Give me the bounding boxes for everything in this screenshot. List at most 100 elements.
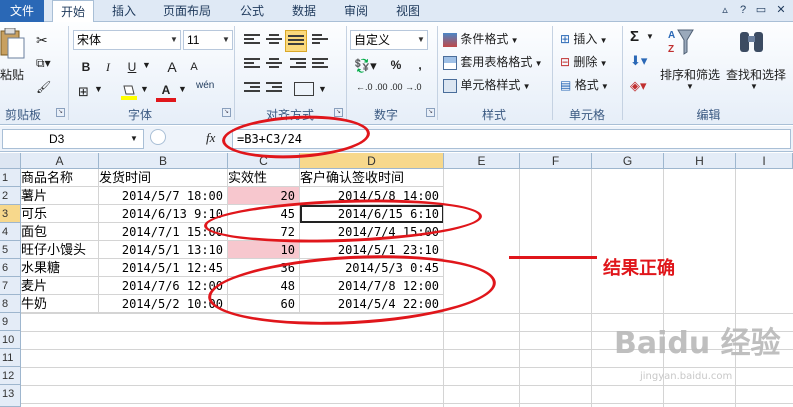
font-name-select[interactable]: 宋体 ▼ <box>73 30 181 50</box>
copy-icon[interactable]: ⧉▾ <box>36 56 51 71</box>
minimize-window-icon[interactable]: ▭ <box>754 3 768 17</box>
alignment-launcher-icon[interactable]: ↘ <box>334 108 343 117</box>
align-center-icon[interactable] <box>266 58 282 72</box>
shrink-font-button[interactable]: A <box>184 57 204 77</box>
header-cell[interactable]: 客户确认签收时间 <box>300 169 444 187</box>
help-icon[interactable]: ? <box>736 3 750 17</box>
column-header-h[interactable]: H <box>664 153 736 169</box>
table-cell[interactable]: 可乐 <box>21 205 99 223</box>
row-header[interactable]: 3 <box>0 205 21 223</box>
column-header-g[interactable]: G <box>592 153 664 169</box>
align-right-icon[interactable] <box>290 58 306 72</box>
header-cell[interactable]: 商品名称 <box>21 169 99 187</box>
table-cell[interactable]: 牛奶 <box>21 295 99 313</box>
cancel-icon[interactable] <box>150 129 166 145</box>
fill-color-icon[interactable] <box>120 82 138 100</box>
name-box[interactable]: D3 <box>2 129 144 149</box>
tab-home[interactable]: 开始 <box>52 0 94 23</box>
sort-filter-button[interactable]: 排序和筛选 <box>660 66 720 83</box>
format-cells-button[interactable]: ▤ 格式 ▼ <box>560 76 609 93</box>
header-cell[interactable]: 发货时间 <box>99 169 228 187</box>
insert-function-button[interactable]: fx <box>206 130 215 146</box>
format-as-table-button[interactable]: 套用表格格式 ▼ <box>443 53 543 70</box>
column-header-i[interactable]: I <box>736 153 793 169</box>
underline-button[interactable]: U <box>122 57 142 77</box>
row-header[interactable]: 12 <box>0 367 21 385</box>
tab-page-layout[interactable]: 页面布局 <box>156 0 218 22</box>
row-header[interactable]: 10 <box>0 331 21 349</box>
tab-review[interactable]: 审阅 <box>336 0 376 22</box>
clear-icon[interactable]: ◈▾ <box>630 78 647 94</box>
autosum-button[interactable]: Σ <box>630 28 639 45</box>
table-cell[interactable]: 水果糖 <box>21 259 99 277</box>
font-color-button[interactable]: A <box>156 80 176 102</box>
row-header[interactable]: 9 <box>0 313 21 331</box>
wrap-text-icon[interactable] <box>312 58 328 72</box>
sort-filter-icon[interactable]: A Z <box>668 26 694 58</box>
row-header[interactable]: 13 <box>0 385 21 407</box>
table-cell[interactable]: 2014/5/1 12:45 <box>99 259 228 277</box>
row-header[interactable]: 1 <box>0 169 21 187</box>
table-cell[interactable]: 2014/5/1 13:10 <box>99 241 228 259</box>
borders-icon[interactable]: ⊞ <box>78 84 89 100</box>
tab-file[interactable]: 文件 <box>0 0 44 22</box>
column-header-e[interactable]: E <box>444 153 520 169</box>
decrease-decimal-icon[interactable]: .00 →.0 <box>390 82 422 92</box>
decrease-indent-icon[interactable] <box>244 82 260 96</box>
table-cell[interactable]: 10 <box>228 241 300 259</box>
bold-button[interactable]: B <box>76 57 96 77</box>
table-cell[interactable]: 旺仔小馒头 <box>21 241 99 259</box>
comma-button[interactable]: , <box>410 55 430 75</box>
table-cell[interactable]: 薯片 <box>21 187 99 205</box>
row-header[interactable]: 4 <box>0 223 21 241</box>
binoculars-icon[interactable] <box>738 28 766 56</box>
font-launcher-icon[interactable]: ↘ <box>222 108 231 117</box>
percent-button[interactable]: % <box>386 55 406 75</box>
cell-styles-button[interactable]: 单元格样式 ▼ <box>443 76 531 93</box>
align-left-icon[interactable] <box>244 58 260 72</box>
italic-button[interactable]: I <box>98 57 118 77</box>
cut-icon[interactable]: ✂ <box>36 32 48 49</box>
align-top-icon[interactable] <box>244 34 260 48</box>
phonetic-button[interactable]: wén <box>196 80 214 91</box>
find-select-button[interactable]: 查找和选择 <box>726 66 786 83</box>
paste-icon[interactable] <box>0 28 26 62</box>
row-header[interactable]: 6 <box>0 259 21 277</box>
currency-icon[interactable]: 💱▾ <box>354 58 377 74</box>
row-header[interactable]: 7 <box>0 277 21 295</box>
number-launcher-icon[interactable]: ↘ <box>426 108 435 117</box>
header-cell[interactable]: 实效性 <box>228 169 300 187</box>
column-header-f[interactable]: F <box>520 153 592 169</box>
close-window-icon[interactable]: ✕ <box>774 3 788 17</box>
tab-data[interactable]: 数据 <box>284 0 324 22</box>
merge-center-icon[interactable] <box>294 82 314 96</box>
paste-button[interactable]: 粘贴 <box>0 66 24 83</box>
number-format-select[interactable]: 自定义 ▼ <box>350 30 428 50</box>
increase-indent-icon[interactable] <box>266 82 282 96</box>
row-header[interactable]: 2 <box>0 187 21 205</box>
table-cell[interactable]: 面包 <box>21 223 99 241</box>
clipboard-launcher-icon[interactable]: ↘ <box>56 108 65 117</box>
tab-insert[interactable]: 插入 <box>104 0 144 22</box>
table-cell[interactable]: 20 <box>228 187 300 205</box>
column-header-a[interactable]: A <box>21 153 99 169</box>
tab-view[interactable]: 视图 <box>388 0 428 22</box>
grow-font-button[interactable]: A <box>162 57 182 77</box>
align-middle-icon[interactable] <box>266 34 282 48</box>
chevron-down-icon[interactable]: ▼ <box>130 134 138 143</box>
orientation-icon[interactable] <box>312 34 328 48</box>
select-all-corner[interactable] <box>0 153 21 169</box>
delete-cells-button[interactable]: ⊟ 删除 ▼ <box>560 53 608 70</box>
row-header[interactable]: 5 <box>0 241 21 259</box>
row-header[interactable]: 8 <box>0 295 21 313</box>
increase-decimal-icon[interactable]: ←.0 .00 <box>356 82 388 92</box>
minimize-ribbon-icon[interactable]: ▵ <box>718 3 732 17</box>
column-header-b[interactable]: B <box>99 153 228 169</box>
table-cell[interactable]: 2014/5/7 18:00 <box>99 187 228 205</box>
font-size-select[interactable]: 11 ▼ <box>183 30 233 50</box>
format-painter-icon[interactable]: 🖌 <box>36 80 51 94</box>
row-header[interactable]: 11 <box>0 349 21 367</box>
insert-cells-button[interactable]: ⊞ 插入 ▼ <box>560 30 608 47</box>
conditional-format-button[interactable]: 条件格式 ▼ <box>443 30 519 47</box>
table-cell[interactable]: 麦片 <box>21 277 99 295</box>
